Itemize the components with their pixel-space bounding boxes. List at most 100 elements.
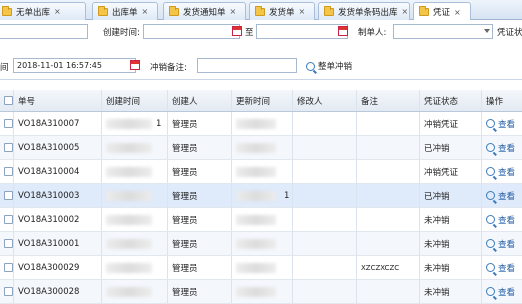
header-created-time[interactable]: 创建时间 [102, 90, 168, 111]
cell-creator: 管理员 [168, 256, 232, 279]
cell-modifier [293, 136, 357, 159]
header-updated-time[interactable]: 更新时间 [232, 90, 293, 111]
tab-voucher[interactable]: 凭证 × [413, 2, 471, 21]
row-checkbox[interactable] [4, 287, 13, 296]
table-row[interactable]: VO18A310001 管理员 未冲销 查看 [0, 232, 522, 256]
row-select-cell[interactable] [0, 160, 14, 183]
row-checkbox[interactable] [4, 119, 13, 128]
cell-action[interactable]: 查看 [482, 160, 522, 183]
cell-modifier [293, 184, 357, 207]
cell-voucher-status: 已冲销 [420, 184, 482, 207]
row-checkbox[interactable] [4, 263, 13, 272]
view-link[interactable]: 查看 [486, 190, 515, 202]
table-row[interactable]: VO18A310002 管理员 未冲销 查看 [0, 208, 522, 232]
cell-action[interactable]: 查看 [482, 184, 522, 207]
header-order-no[interactable]: 单号 [14, 90, 102, 111]
select-all-checkbox[interactable] [4, 96, 13, 105]
view-link[interactable]: 查看 [486, 286, 515, 298]
reversal-button[interactable]: 整单冲销 [306, 59, 352, 73]
close-icon[interactable]: × [299, 7, 306, 16]
tab-barcode-outbound[interactable]: 发货单条码出库 × [318, 2, 410, 20]
header-remark[interactable]: 备注 [357, 90, 420, 111]
tab-no-order-outbound[interactable]: 无单出库 × [0, 2, 86, 20]
row-checkbox[interactable] [4, 191, 13, 200]
close-icon[interactable]: × [454, 8, 461, 17]
row-select-cell[interactable] [0, 208, 14, 231]
tab-label: 无单出库 [16, 7, 51, 18]
redacted-value [236, 118, 276, 129]
close-icon[interactable]: × [230, 7, 237, 16]
cell-voucher-status: 未冲销 [420, 256, 482, 279]
search-icon [486, 167, 495, 176]
folder-icon [324, 5, 334, 16]
header-creator[interactable]: 创建人 [168, 90, 232, 111]
tab-outbound-order[interactable]: 出库单 × [92, 2, 158, 20]
calendar-icon[interactable] [232, 26, 242, 36]
table-row[interactable]: VO18A300029 管理员 XZCZXCZC 未冲销 查看 [0, 256, 522, 280]
view-link[interactable]: 查看 [486, 238, 515, 250]
redacted-value [106, 238, 152, 249]
cell-action[interactable]: 查看 [482, 112, 522, 135]
cell-action[interactable]: 查看 [482, 232, 522, 255]
cell-updated-time [232, 136, 293, 159]
cell-remark [357, 136, 420, 159]
calendar-icon[interactable] [338, 26, 348, 36]
order-number-field[interactable] [0, 24, 88, 39]
view-label: 查看 [498, 215, 516, 226]
close-icon[interactable]: × [142, 7, 149, 16]
view-link[interactable]: 查看 [486, 118, 515, 130]
cell-created-time [102, 160, 168, 183]
cell-action[interactable]: 查看 [482, 136, 522, 159]
cell-action[interactable]: 查看 [482, 208, 522, 231]
tab-shipping-order[interactable]: 发货单 × [249, 2, 315, 20]
table-row[interactable]: VO18A300028 管理员 未冲销 查看 [0, 280, 522, 304]
table-row[interactable]: VO18A310007 1 管理员 冲销凭证 查看 [0, 112, 522, 136]
cell-creator: 管理员 [168, 112, 232, 135]
cell-modifier [293, 208, 357, 231]
view-label: 查看 [498, 263, 516, 274]
tab-shipping-notice[interactable]: 发货通知单 × [163, 2, 246, 20]
row-select-cell[interactable] [0, 136, 14, 159]
cell-order-no: VO18A310004 [14, 160, 102, 183]
view-link[interactable]: 查看 [486, 262, 515, 274]
cell-modifier [293, 232, 357, 255]
row-select-cell[interactable] [0, 232, 14, 255]
cell-voucher-status: 冲销凭证 [420, 112, 482, 135]
cell-order-no: VO18A310002 [14, 208, 102, 231]
cell-modifier [293, 160, 357, 183]
row-select-cell[interactable] [0, 256, 14, 279]
row-select-cell[interactable] [0, 112, 14, 135]
cell-creator: 管理员 [168, 208, 232, 231]
row-select-cell[interactable] [0, 184, 14, 207]
calendar-icon[interactable] [130, 60, 140, 70]
close-icon[interactable]: × [402, 7, 409, 16]
created-time-end-field[interactable] [256, 24, 348, 39]
search-icon [486, 239, 495, 248]
table-row[interactable]: VO18A310003 管理员 1 已冲销 查看 [0, 184, 522, 208]
row-checkbox[interactable] [4, 167, 13, 176]
table-row[interactable]: VO18A310004 管理员 冲销凭证 查看 [0, 160, 522, 184]
table-row[interactable]: VO18A310005 管理员 已冲销 查看 [0, 136, 522, 160]
row-checkbox[interactable] [4, 215, 13, 224]
row-checkbox[interactable] [4, 239, 13, 248]
redacted-value [236, 238, 276, 249]
created-time-start-field[interactable] [143, 24, 240, 39]
view-link[interactable]: 查看 [486, 142, 515, 154]
view-link[interactable]: 查看 [486, 166, 515, 178]
creator-select[interactable] [393, 24, 493, 39]
view-label: 查看 [498, 167, 516, 178]
view-link[interactable]: 查看 [486, 214, 515, 226]
search-icon [486, 263, 495, 272]
redacted-value [236, 142, 276, 153]
redacted-value [106, 262, 152, 273]
cell-updated-time [232, 208, 293, 231]
select-all-cell[interactable] [0, 90, 14, 111]
header-voucher-status[interactable]: 凭证状态 [420, 90, 482, 111]
redacted-value [236, 190, 276, 201]
cell-action[interactable]: 查看 [482, 256, 522, 279]
date-field[interactable]: 2018-11-01 16:57:45 [13, 58, 136, 73]
header-modifier[interactable]: 修改人 [293, 90, 357, 111]
reversal-note-field[interactable] [197, 58, 297, 73]
close-icon[interactable]: × [54, 7, 61, 16]
row-checkbox[interactable] [4, 143, 13, 152]
